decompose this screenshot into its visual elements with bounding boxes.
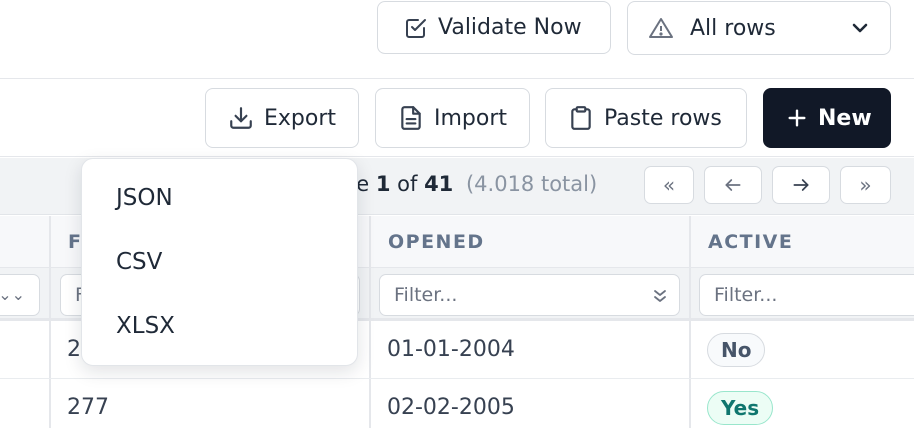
cell-opened: 01-01-2004 [387, 337, 515, 362]
filter-input-prev[interactable]: ⌄⌄ [0, 274, 40, 316]
cell-first: 277 [67, 395, 109, 420]
export-menu-item-xlsx[interactable]: XLSX [116, 313, 175, 339]
paste-rows-label: Paste rows [604, 105, 722, 131]
first-page-button[interactable]: « [644, 166, 694, 204]
export-button[interactable]: Export [205, 88, 359, 148]
filter-input-active[interactable]: Filter... [699, 274, 914, 316]
double-chevron-down-icon [654, 290, 666, 302]
plus-icon [788, 109, 806, 127]
export-label: Export [264, 105, 337, 131]
double-chevron-right-icon: » [859, 173, 872, 197]
rows-filter-select[interactable]: All rows [627, 1, 891, 55]
download-icon [230, 107, 252, 129]
export-menu-item-json[interactable]: JSON [116, 185, 173, 211]
import-label: Import [434, 105, 508, 131]
paste-rows-button[interactable]: Paste rows [545, 88, 747, 148]
rows-filter-value: All rows [690, 15, 776, 41]
filter-active-placeholder: Filter... [714, 284, 778, 306]
warning-icon [649, 18, 673, 38]
document-icon [401, 106, 421, 130]
filter-input-opened[interactable]: Filter... [379, 274, 680, 316]
cell-opened: 02-02-2005 [387, 395, 515, 420]
check-square-icon [406, 18, 426, 38]
status-badge: No [707, 333, 766, 367]
double-chevron-down-icon: ⌄⌄ [0, 285, 25, 304]
column-header-opened[interactable]: OPENED [388, 231, 485, 253]
import-button[interactable]: Import [375, 88, 530, 148]
of-label: of [397, 172, 418, 196]
prev-page-button[interactable] [704, 166, 762, 204]
validate-now-button[interactable]: Validate Now [377, 1, 611, 54]
column-header-active[interactable]: ACTIVE [708, 231, 793, 253]
total-count: (4.018 total) [465, 172, 598, 196]
next-page-button[interactable] [772, 166, 830, 204]
total-pages: 41 [424, 172, 454, 196]
new-label: New [818, 105, 872, 131]
new-button[interactable]: New [763, 88, 891, 148]
clipboard-icon [571, 106, 591, 130]
cell-first: 2 [67, 337, 81, 362]
double-chevron-left-icon: « [662, 173, 676, 197]
validate-now-label: Validate Now [438, 15, 582, 40]
export-dropdown-menu: JSON CSV XLSX [81, 158, 358, 366]
current-page: 1 [375, 172, 391, 196]
status-badge: Yes [707, 391, 774, 425]
filter-opened-placeholder: Filter... [394, 284, 458, 306]
pagination-summary: age 1 of 41 (4.018 total) [330, 172, 597, 196]
last-page-button[interactable]: » [840, 166, 891, 204]
arrow-right-icon [793, 179, 809, 191]
chevron-down-icon [852, 23, 868, 33]
export-menu-item-csv[interactable]: CSV [116, 249, 162, 275]
arrow-left-icon [725, 179, 741, 191]
